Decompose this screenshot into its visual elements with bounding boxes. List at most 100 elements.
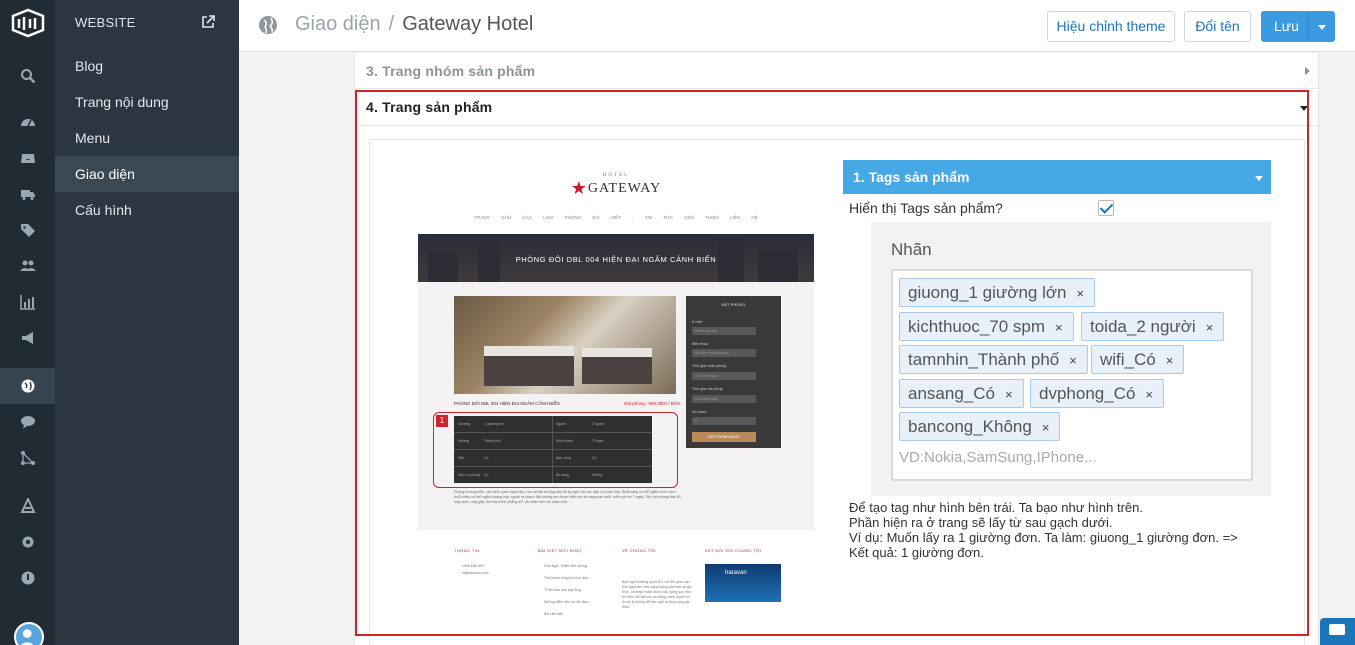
- breadcrumb-parent[interactable]: Giao diện: [295, 13, 381, 35]
- tag-chip-label: ansang_Có: [908, 384, 995, 403]
- product-page-preview-image: HOTEL ★GATEWAY TRANG CHỦ CÁC LOẠI PHÒNG …: [418, 160, 814, 628]
- tag-chip-label: kichthuoc_70 spm: [908, 317, 1046, 336]
- show-tags-label: Hiển thị Tags sản phẩm?: [849, 200, 1003, 216]
- breadcrumb: Giao diện / Gateway Hotel: [295, 13, 533, 36]
- chevron-down-icon[interactable]: [1308, 12, 1334, 41]
- external-link-icon[interactable]: [201, 15, 215, 29]
- booking-form: ĐẶT PHÒNG E-mail Email của bạn Điện thoạ…: [686, 296, 781, 448]
- booking-input: Chọn thời gian: [692, 372, 756, 380]
- breadcrumb-separator: /: [388, 13, 395, 35]
- divider: [355, 125, 1318, 126]
- footer-line: 1900.656.090: [462, 564, 484, 568]
- hero-title: PHÒNG ĐÔI DBL 004 HIỆN ĐẠI NGẮM CẢNH BIỂ…: [515, 255, 717, 264]
- booking-placeholder: Email của bạn: [695, 329, 718, 333]
- close-icon: ×: [1041, 420, 1050, 435]
- preview-hero: PHÒNG ĐÔI DBL 004 HIỆN ĐẠI NGẮM CẢNH BIỂ…: [418, 234, 814, 282]
- chat-icon[interactable]: [0, 404, 55, 440]
- apps-icon[interactable]: [0, 488, 55, 524]
- tag-chip-label: giuong_1 giường lớn: [908, 283, 1067, 302]
- section-title: 3. Trang nhóm sản phẩm: [366, 63, 536, 79]
- avatar[interactable]: [14, 622, 44, 645]
- tag-chip-label: toida_2 người: [1090, 317, 1196, 336]
- booking-value: 1: [695, 419, 697, 423]
- tag-chip-label: wifi_Có: [1100, 350, 1156, 369]
- instruction-line: Ví dụ: Muốn lấy ra 1 giường đơn. Ta làm:…: [849, 530, 1238, 545]
- instruction-line: Để tạo tag như hình bên trái. Ta bạo như…: [849, 500, 1143, 515]
- footer-heading: VỀ CHÚNG TÔI: [622, 548, 656, 553]
- chat-widget-icon[interactable]: [1320, 618, 1355, 645]
- haravan-logo-icon[interactable]: [10, 8, 46, 38]
- info-icon[interactable]: [0, 560, 55, 596]
- users-icon[interactable]: [0, 248, 55, 284]
- sidebar-item-pages[interactable]: Trang nội dung: [55, 84, 239, 120]
- booking-placeholder: Số điện thoại của bạn: [695, 351, 729, 355]
- top-bar: Giao diện / Gateway Hotel Hiệu chỉnh theme…: [239, 0, 1355, 52]
- close-icon: ×: [1205, 320, 1214, 335]
- close-icon: ×: [1076, 286, 1085, 301]
- booking-label: Điện thoại: [692, 342, 708, 346]
- bed-shape: [582, 348, 652, 384]
- booking-submit: ĐẶT PHÒNG NGAY: [692, 432, 756, 442]
- tag-icon[interactable]: [0, 212, 55, 248]
- tags-section-title: 1. Tags sản phẩm: [853, 169, 970, 185]
- room-photo: [454, 296, 676, 394]
- inbox-icon[interactable]: [0, 140, 55, 176]
- footer-text: Bạn ngồi thưởng tuyệt vời, mở lên giản s…: [622, 580, 692, 609]
- save-label: Lưu: [1274, 18, 1299, 34]
- tag-chip: giuong_1 giường lớn ×: [899, 278, 1096, 307]
- flow-icon[interactable]: [0, 440, 55, 476]
- sidebar-item-blog[interactable]: Blog: [55, 48, 239, 84]
- tags-section-header[interactable]: 1. Tags sản phẩm: [843, 160, 1271, 194]
- booking-label: Số khách: [692, 410, 707, 414]
- settings-icon[interactable]: [0, 524, 55, 560]
- preview-footer: THÔNG TIN 1900.656.090 hi@haravan.com BÀ…: [418, 530, 814, 628]
- tag-chip: ansang_Có ×: [899, 379, 1024, 408]
- highlight-number: 1: [436, 415, 448, 427]
- booking-input: Số điện thoại của bạn: [692, 349, 756, 357]
- tag-chip: kichthuoc_70 spm ×: [899, 312, 1074, 341]
- chevron-down-icon: [1300, 106, 1308, 111]
- widget-text: haravan: [725, 570, 747, 576]
- sidebar-item-menu[interactable]: Menu: [55, 120, 239, 156]
- rename-button[interactable]: Đổi tên: [1184, 11, 1251, 42]
- room-caption: PHÒNG ĐÔI DBL 004 HIỆN ĐẠI NGẮM CẢNH BIỂ…: [454, 401, 560, 406]
- footer-line: Những điểm đến ưu lãn đầu...: [544, 600, 591, 604]
- highlight-box: 1: [433, 412, 678, 488]
- megaphone-icon[interactable]: [0, 320, 55, 356]
- footer-heading: BÀI VIẾT MỚI NHẤT: [538, 548, 583, 553]
- chart-icon[interactable]: [0, 284, 55, 320]
- bed-shape: [484, 346, 574, 386]
- globe-icon[interactable]: [0, 368, 55, 404]
- section-product-group-page[interactable]: 3. Trang nhóm sản phẩm: [355, 53, 1318, 89]
- instruction-line: Phần hiện ra ở trang sẽ lấy từ sau gạch …: [849, 515, 1113, 530]
- sidebar-item-themes[interactable]: Giao diện: [55, 156, 239, 192]
- search-icon[interactable]: [0, 58, 55, 94]
- tag-chip: tamnhin_Thành phố ×: [899, 345, 1088, 374]
- booking-label: Thời gian nhận phòng: [692, 364, 727, 368]
- instruction-line: Kết quả: 1 giường đơn.: [849, 545, 984, 560]
- close-icon: ×: [1069, 353, 1077, 368]
- sidebar-header: WEBSITE: [75, 15, 136, 30]
- globe-icon: [259, 16, 277, 34]
- show-tags-checkbox[interactable]: [1098, 200, 1114, 216]
- truck-icon[interactable]: [0, 176, 55, 212]
- room-description: Phòng hướng biển, với cảnh quan tuyệt đẹ…: [454, 490, 681, 504]
- sidebar-item-settings[interactable]: Cấu hình: [55, 192, 239, 228]
- tag-chip: toida_2 người ×: [1081, 312, 1225, 341]
- preview-nav: TRANG CHỦ CÁC LOẠI PHÒNG BÀI VIẾT - TIN …: [474, 215, 758, 220]
- booking-input: Email của bạn: [692, 327, 756, 335]
- close-icon: ×: [1165, 353, 1174, 368]
- dashboard-icon[interactable]: [0, 104, 55, 140]
- chevron-right-icon: [1305, 67, 1310, 75]
- edit-theme-button[interactable]: Hiệu chỉnh theme: [1047, 11, 1175, 42]
- tag-chip: wifi_Có ×: [1091, 345, 1185, 374]
- close-icon: ×: [1055, 320, 1063, 335]
- footer-line: hi@haravan.com: [462, 571, 489, 575]
- logo-text: GATEWAY: [587, 181, 662, 196]
- footer-line: Chợ Nga - Điểm đến không...: [544, 564, 590, 568]
- hotel-logo: HOTEL ★GATEWAY: [418, 173, 814, 199]
- tag-chip: bancong_Không ×: [899, 412, 1061, 441]
- booking-input: Chọn thời gian: [692, 395, 756, 403]
- save-button[interactable]: Lưu: [1261, 11, 1335, 42]
- logo-small-text: HOTEL: [602, 173, 630, 178]
